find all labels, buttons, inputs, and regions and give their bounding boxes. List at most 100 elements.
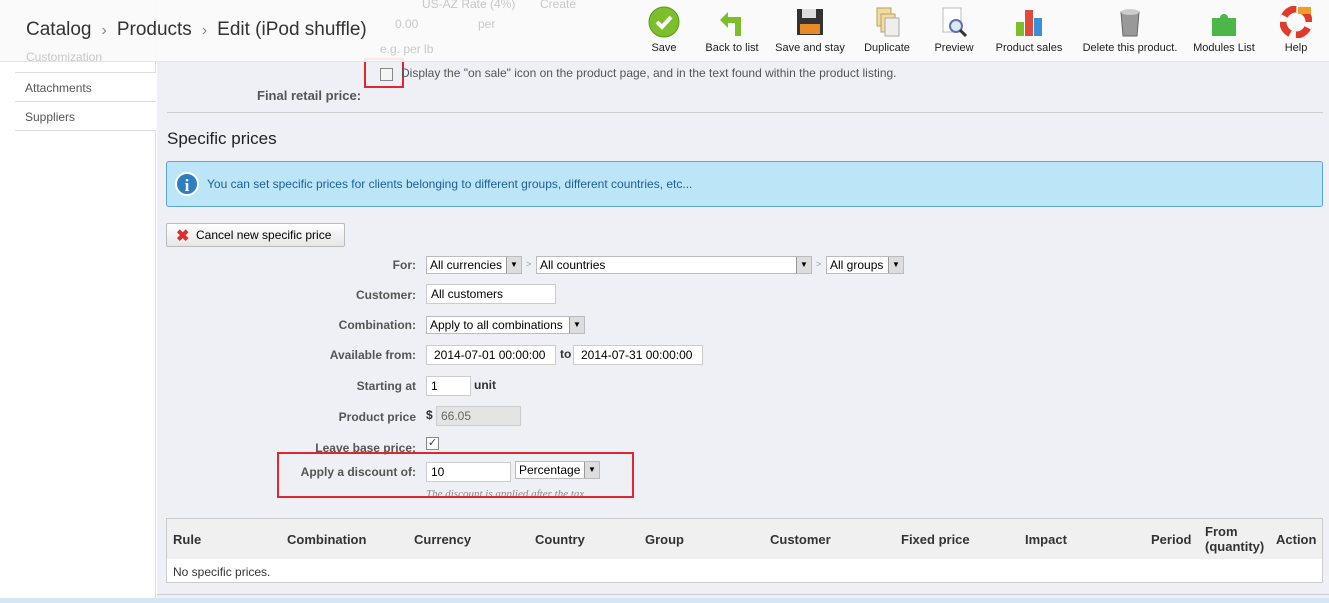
chevron-down-icon: ▼ [796,257,811,273]
separator: > [526,259,532,269]
preview-magnifier-icon [942,7,968,38]
available-from-label: Available from: [329,348,416,362]
faded-text: Create [540,0,577,11]
check-circle-icon [648,6,680,38]
breadcrumb-current: Edit (iPod shuffle) [217,19,367,40]
sidebar-item-label: Attachments [25,81,92,95]
toolbar-label: Delete this product. [1082,42,1178,54]
column-header: Rule [173,532,202,547]
duplicate-button[interactable]: Duplicate [862,6,912,54]
column-header: From (quantity) [1205,524,1265,554]
starting-quantity-input[interactable]: 1 [426,376,471,396]
for-label: For: [392,258,416,272]
currency-value: All currencies [430,258,503,272]
toolbar-header: US-AZ Rate (4%) Create 0.00 per e.g. per… [0,0,1329,64]
info-text: You can set specific prices for clients … [207,177,693,191]
footer-bar [0,598,1329,603]
combination-value: Apply to all combinations [430,318,563,332]
country-select[interactable]: All countries ▼ [536,256,812,274]
date-to-input[interactable]: 2014-07-31 00:00:00 [573,345,703,365]
trash-icon [1120,9,1140,37]
chevron-down-icon: ▼ [888,257,903,273]
duplicate-icon [876,7,900,37]
column-header: Period [1151,532,1192,547]
toolbar-label: Save [651,42,677,54]
save-and-stay-button[interactable]: Save and stay [772,6,848,54]
help-button[interactable]: Help [1280,6,1312,54]
faded-text: Customization [26,50,103,64]
combination-label: Combination: [338,318,416,332]
combination-select[interactable]: Apply to all combinations ▼ [426,316,585,334]
faded-text: e.g. per lb [380,42,434,56]
highlight-box [364,58,404,88]
lifebuoy-icon [1280,6,1312,38]
section-title: Specific prices [167,129,277,148]
customer-label: Customer: [355,288,416,302]
sidebar-item-suppliers[interactable]: Suppliers [15,101,156,131]
column-header: Country [535,532,585,547]
empty-message: No specific prices. [173,565,271,579]
back-to-list-button[interactable]: Back to list [703,6,761,54]
leave-base-price-checkbox[interactable]: ✓ [426,437,439,450]
bar-chart-icon [1016,10,1042,36]
chevron-right-icon: › [201,22,208,39]
product-price-label: Product price [338,410,416,424]
breadcrumb: Catalog › Products › Edit (iPod shuffle) [26,19,367,41]
group-select[interactable]: All groups ▼ [826,256,904,274]
currency-symbol: $ [426,408,433,422]
column-header: Impact [1025,532,1067,547]
faded-text: 0.00 [395,17,419,31]
modules-list-button[interactable]: Modules List [1192,6,1256,54]
cancel-button-label: Cancel new specific price [196,228,332,242]
faded-text: per [478,17,496,31]
on-sale-label: Display the "on sale" icon on the produc… [401,66,897,80]
toolbar-label: Help [1284,42,1308,54]
chevron-right-icon: › [101,22,107,39]
info-box: i You can set specific prices for client… [166,161,1323,207]
toolbar-label: Preview [934,42,974,54]
cross-icon: ✖ [176,228,190,245]
preview-button[interactable]: Preview [931,6,977,54]
back-arrow-icon [720,12,741,36]
column-header: Currency [414,532,472,547]
highlight-box [277,452,634,498]
breadcrumb-catalog[interactable]: Catalog [26,19,92,40]
toolbar-label: Product sales [995,42,1063,54]
breadcrumb-products[interactable]: Products [117,19,192,40]
toolbar-label: Modules List [1193,42,1255,54]
faded-text: US-AZ Rate (4%) [422,0,516,11]
currency-select[interactable]: All currencies ▼ [426,256,522,274]
country-value: All countries [540,258,606,272]
sidebar-item-label: Suppliers [25,110,76,124]
column-header: Fixed price [901,532,970,547]
starting-at-label: Starting at [356,379,416,393]
info-icon: i [175,172,199,196]
cancel-specific-price-button[interactable]: ✖ Cancel new specific price [166,223,345,247]
sidebar-item-attachments[interactable]: Attachments [15,72,156,102]
column-header: Combination [287,532,367,547]
toolbar-label: Back to list [705,42,759,54]
date-from-input[interactable]: 2014-07-01 00:00:00 [426,345,556,365]
toolbar-label: Duplicate [864,42,910,54]
final-price-label: Final retail price: [257,88,362,103]
column-header: Customer [770,532,831,547]
divider [167,112,1323,113]
to-label: to [560,347,572,361]
specific-prices-table: No specific prices. [166,518,1323,583]
column-header: Action [1276,532,1317,547]
column-header: Group [645,532,684,547]
group-value: All groups [830,258,884,272]
toolbar-label: Save and stay [775,42,845,54]
product-sales-button[interactable]: Product sales [994,6,1064,54]
customer-input[interactable]: All customers [426,284,556,304]
floppy-disk-icon [797,9,823,35]
divider [157,594,1329,595]
puzzle-icon [1212,14,1236,36]
chevron-down-icon: ▼ [506,257,521,273]
separator: > [816,259,822,269]
chevron-down-icon: ▼ [569,317,584,333]
unit-label: unit [474,378,496,392]
product-price-input: 66.05 [436,406,521,426]
save-button[interactable]: Save [648,6,680,54]
delete-product-button[interactable]: Delete this product. [1082,6,1178,54]
